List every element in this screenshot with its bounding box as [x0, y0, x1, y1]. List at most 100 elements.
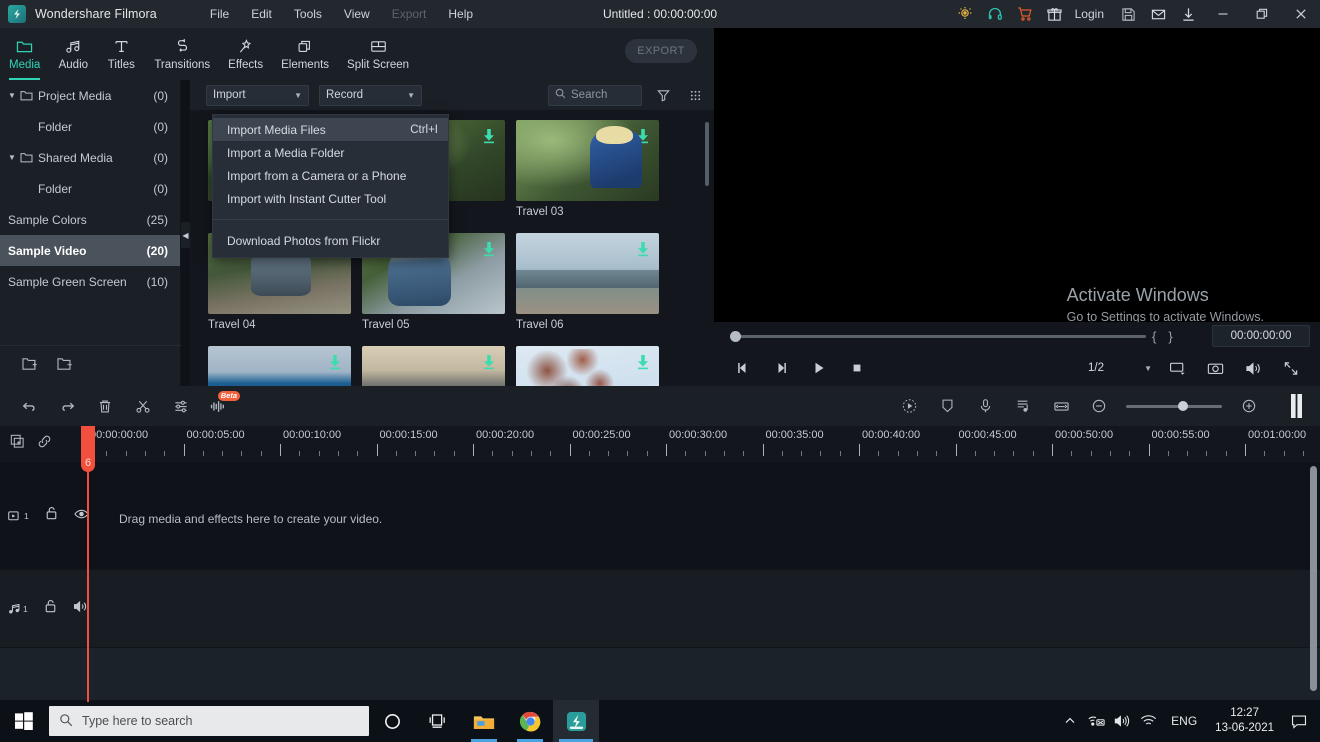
media-item[interactable]: [208, 346, 351, 386]
cart-icon[interactable]: [1010, 0, 1040, 28]
gift-icon[interactable]: [1040, 0, 1070, 28]
menu-tools[interactable]: Tools: [283, 4, 333, 24]
library-item-shared-media[interactable]: ▼ Shared Media (0): [0, 142, 180, 173]
grid-view-icon[interactable]: [684, 84, 706, 106]
login-button[interactable]: Login: [1070, 7, 1113, 21]
playhead-handle[interactable]: 6: [81, 426, 95, 472]
export-button[interactable]: EXPORT: [625, 39, 697, 63]
mark-in-button[interactable]: {: [1146, 329, 1162, 344]
search-input[interactable]: Search: [548, 85, 642, 106]
link-icon[interactable]: [37, 434, 52, 454]
tab-effects[interactable]: Effects: [219, 32, 272, 78]
lightbulb-icon[interactable]: [950, 0, 980, 28]
split-scissors-icon[interactable]: [124, 391, 162, 421]
library-item-project-media[interactable]: ▼ Project Media (0): [0, 80, 180, 111]
video-track-icon[interactable]: 1: [8, 510, 29, 522]
menu-item-import-instant-cutter[interactable]: Import with Instant Cutter Tool: [213, 187, 448, 210]
network-disconnected-icon[interactable]: [1083, 700, 1109, 742]
media-thumbnail[interactable]: [362, 346, 505, 386]
language-indicator[interactable]: ENG: [1161, 714, 1207, 728]
notification-icon[interactable]: [1282, 700, 1316, 742]
zoom-out-icon[interactable]: [1080, 391, 1118, 421]
tab-titles[interactable]: Titles: [97, 32, 145, 78]
media-scrollbar[interactable]: [705, 122, 709, 186]
download-icon[interactable]: [636, 241, 650, 258]
menu-file[interactable]: File: [199, 4, 240, 24]
menu-item-import-from-camera[interactable]: Import from a Camera or a Phone: [213, 164, 448, 187]
audio-beat-icon[interactable]: Beta: [200, 391, 238, 421]
download-icon[interactable]: [328, 354, 342, 371]
media-item[interactable]: [516, 346, 659, 386]
tab-split-screen[interactable]: Split Screen: [338, 32, 418, 78]
timeline-video-track[interactable]: 1 Drag media and effects here to create …: [0, 462, 1320, 570]
voiceover-icon[interactable]: [966, 391, 1004, 421]
mail-icon[interactable]: [1143, 0, 1173, 28]
menu-help[interactable]: Help: [437, 4, 484, 24]
file-explorer-icon[interactable]: [461, 700, 507, 742]
minimize-button[interactable]: [1203, 0, 1242, 28]
play-button[interactable]: [800, 353, 838, 383]
panel-collapse-handle[interactable]: ◀: [181, 222, 190, 248]
media-item[interactable]: [362, 346, 505, 386]
taskbar-clock[interactable]: 12:27 13-06-2021: [1207, 706, 1282, 736]
render-preview-icon[interactable]: [890, 391, 928, 421]
duplicate-icon[interactable]: [10, 434, 25, 454]
menu-item-import-media-folder[interactable]: Import a Media Folder: [213, 141, 448, 164]
library-item-folder-1[interactable]: Folder (0): [0, 111, 180, 142]
unlock-icon[interactable]: [44, 599, 57, 618]
undo-icon[interactable]: [10, 391, 48, 421]
task-view-icon[interactable]: [415, 700, 461, 742]
menu-edit[interactable]: Edit: [240, 4, 283, 24]
tab-transitions[interactable]: Transitions: [145, 32, 219, 78]
download-icon[interactable]: [636, 354, 650, 371]
next-frame-button[interactable]: [762, 353, 800, 383]
media-item[interactable]: Travel 03: [516, 120, 659, 218]
download-icon[interactable]: [482, 128, 496, 145]
headphones-icon[interactable]: [980, 0, 1010, 28]
prev-frame-button[interactable]: [724, 353, 762, 383]
start-button[interactable]: [0, 700, 47, 742]
menu-item-import-media-files[interactable]: Import Media Files Ctrl+I: [213, 118, 448, 141]
snapshot-icon[interactable]: [1196, 353, 1234, 383]
new-folder-icon[interactable]: [22, 357, 38, 376]
audio-track-icon[interactable]: 1: [8, 603, 28, 615]
timeline-vertical-scrollbar[interactable]: [1310, 466, 1317, 691]
chevron-up-icon[interactable]: [1057, 700, 1083, 742]
speaker-icon[interactable]: [73, 600, 88, 618]
monitor-icon[interactable]: [1158, 353, 1196, 383]
fullscreen-icon[interactable]: [1272, 353, 1310, 383]
timeline-marker-handle[interactable]: [1284, 393, 1310, 419]
zoom-slider-handle[interactable]: [1178, 401, 1188, 411]
menu-item-download-flickr[interactable]: Download Photos from Flickr: [213, 229, 448, 252]
marker-icon[interactable]: [928, 391, 966, 421]
maximize-button[interactable]: [1242, 0, 1281, 28]
library-item-folder-2[interactable]: Folder (0): [0, 173, 180, 204]
mark-out-button[interactable]: }: [1162, 329, 1178, 344]
import-dropdown[interactable]: Import ▼: [206, 85, 309, 106]
fit-timeline-icon[interactable]: [1042, 391, 1080, 421]
menu-view[interactable]: View: [333, 4, 381, 24]
remove-folder-icon[interactable]: [57, 357, 73, 376]
scrubber-handle[interactable]: [730, 331, 741, 342]
media-thumbnail[interactable]: [208, 346, 351, 386]
filter-icon[interactable]: [652, 84, 674, 106]
library-item-sample-green-screen[interactable]: Sample Green Screen (10): [0, 266, 180, 297]
download-icon[interactable]: [1173, 0, 1203, 28]
chrome-icon[interactable]: [507, 700, 553, 742]
timeline-empty-area[interactable]: [0, 648, 1320, 702]
timeline-ruler[interactable]: 00:00:00:0000:00:05:0000:00:10:0000:00:1…: [76, 426, 1320, 462]
volume-icon[interactable]: [1109, 700, 1135, 742]
tab-media[interactable]: Media: [0, 32, 49, 78]
wifi-icon[interactable]: [1135, 700, 1161, 742]
download-icon[interactable]: [636, 128, 650, 145]
media-item[interactable]: Travel 06: [516, 233, 659, 331]
detach-audio-icon[interactable]: [1004, 391, 1042, 421]
adjust-sliders-icon[interactable]: [162, 391, 200, 421]
unlock-icon[interactable]: [45, 506, 58, 525]
library-item-sample-colors[interactable]: Sample Colors (25): [0, 204, 180, 235]
cortana-icon[interactable]: [369, 700, 415, 742]
redo-icon[interactable]: [48, 391, 86, 421]
save-icon[interactable]: [1113, 0, 1143, 28]
media-thumbnail[interactable]: [516, 346, 659, 386]
timeline-playhead[interactable]: 6: [87, 426, 89, 702]
